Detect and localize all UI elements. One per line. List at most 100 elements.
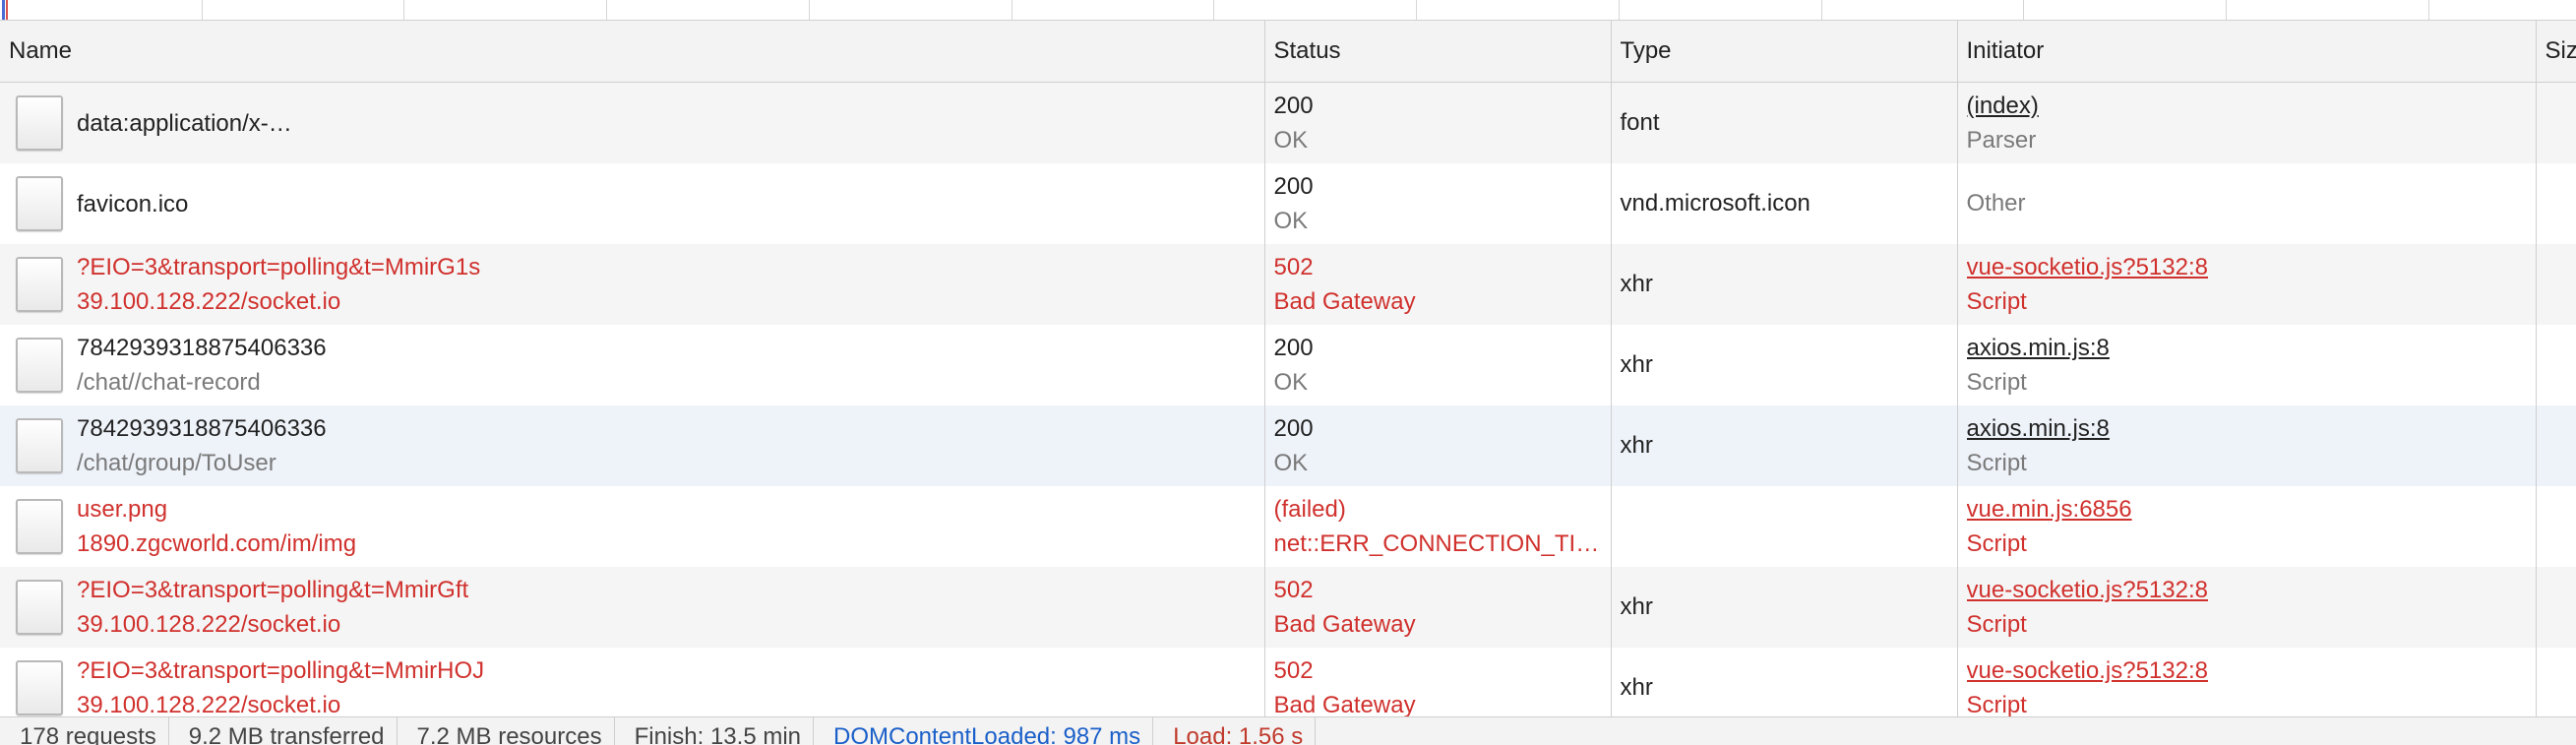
timeline-tick — [2428, 0, 2429, 20]
size-cell — [2536, 244, 2576, 325]
request-name: ?EIO=3&transport=polling&t=MmirHOJ — [77, 657, 485, 684]
column-header-type[interactable]: Type — [1611, 21, 1958, 83]
column-header-size[interactable]: Size — [2536, 21, 2576, 83]
status-cell: (failed) net::ERR_CONNECTION_TI… — [1264, 486, 1612, 567]
timeline-tick — [202, 0, 203, 20]
type-cell — [1611, 486, 1958, 567]
table-header-row: Name Status Type Initiator Size — [0, 21, 2576, 83]
request-name: 7842939318875406336 — [77, 415, 327, 442]
summary-finish: Finish: 13.5 min — [615, 717, 814, 745]
table-row[interactable]: favicon.ico 200 OK vnd.microsoft.icon Ot… — [0, 163, 2576, 244]
status-text: Bad Gateway — [1273, 288, 1416, 315]
name-cell[interactable]: user.png 1890.zgcworld.com/im/img — [0, 486, 1265, 567]
document-icon — [16, 338, 63, 393]
size-cell — [2536, 486, 2576, 567]
request-name: data:application/x-… — [77, 109, 292, 137]
name-cell[interactable]: 7842939318875406336 /chat//chat-record — [0, 325, 1265, 405]
document-icon — [16, 257, 63, 312]
initiator-link[interactable]: vue-socketio.js?5132:8 — [1967, 653, 2536, 688]
request-type: xhr — [1620, 351, 1653, 378]
initiator-kind: Script — [1966, 288, 2027, 315]
timeline-tick — [1213, 0, 1214, 20]
request-type: xhr — [1620, 432, 1653, 459]
initiator-kind: Script — [1966, 530, 2027, 557]
timeline-tick — [809, 0, 810, 20]
table-row[interactable]: 7842939318875406336 /chat/group/ToUser 2… — [0, 405, 2576, 486]
request-name: favicon.ico — [77, 190, 189, 217]
initiator-cell: Other — [1957, 163, 2537, 244]
name-cell[interactable]: favicon.ico — [0, 163, 1265, 244]
status-code: 200 — [1273, 173, 1314, 200]
request-path: /chat//chat-record — [77, 369, 261, 396]
waterfall-overview[interactable] — [0, 0, 2576, 21]
initiator-link[interactable]: (index) — [1967, 89, 2536, 123]
timeline-tick — [2226, 0, 2227, 20]
status-cell: 200 OK — [1264, 405, 1612, 486]
status-code: (failed) — [1273, 496, 1346, 523]
column-header-status[interactable]: Status — [1264, 21, 1612, 83]
initiator-link[interactable]: vue.min.js:6856 — [1967, 492, 2536, 527]
initiator-link[interactable]: axios.min.js:8 — [1967, 331, 2536, 365]
summary-requests: 178 requests — [0, 717, 169, 745]
type-cell: xhr — [1611, 405, 1958, 486]
status-text: OK — [1273, 208, 1309, 234]
dom-content-loaded-marker — [2, 0, 5, 20]
name-cell[interactable]: ?EIO=3&transport=polling&t=MmirGft 39.10… — [0, 567, 1265, 648]
request-path: /chat/group/ToUser — [77, 450, 276, 476]
size-cell — [2536, 567, 2576, 648]
type-cell: xhr — [1611, 244, 1958, 325]
column-header-name[interactable]: Name — [0, 21, 1265, 83]
initiator-cell: (index) Parser — [1957, 82, 2537, 163]
status-cell: 200 OK — [1264, 325, 1612, 405]
document-icon — [16, 418, 63, 473]
status-code: 502 — [1273, 577, 1314, 603]
type-cell: xhr — [1611, 325, 1958, 405]
initiator-cell: axios.min.js:8 Script — [1957, 405, 2537, 486]
timeline-tick — [606, 0, 607, 20]
type-cell: xhr — [1611, 567, 1958, 648]
request-type: xhr — [1620, 593, 1653, 620]
timeline-tick — [1619, 0, 1620, 20]
table-row[interactable]: ?EIO=3&transport=polling&t=MmirG1s 39.10… — [0, 244, 2576, 325]
table-row[interactable]: data:application/x-… 200 OK font (index)… — [0, 82, 2576, 163]
status-text: OK — [1273, 369, 1309, 396]
request-name: user.png — [77, 496, 168, 523]
name-cell[interactable]: data:application/x-… — [0, 82, 1265, 163]
status-code: 502 — [1273, 254, 1314, 280]
initiator-link[interactable]: axios.min.js:8 — [1967, 411, 2536, 446]
document-icon — [16, 176, 63, 231]
name-cell[interactable]: ?EIO=3&transport=polling&t=MmirG1s 39.10… — [0, 244, 1265, 325]
summary-dom-content-loaded: DOMContentLoaded: 987 ms — [814, 717, 1154, 745]
initiator-cell: vue.min.js:6856 Script — [1957, 486, 2537, 567]
table-row[interactable]: 7842939318875406336 /chat//chat-record 2… — [0, 325, 2576, 405]
initiator-cell: vue-socketio.js?5132:8 Script — [1957, 244, 2537, 325]
status-text: net::ERR_CONNECTION_TI… — [1273, 530, 1600, 557]
status-cell: 502 Bad Gateway — [1264, 567, 1612, 648]
table-row[interactable]: ?EIO=3&transport=polling&t=MmirGft 39.10… — [0, 567, 2576, 648]
summary-transferred: 9.2 MB transferred — [169, 717, 398, 745]
summary-resources: 7.2 MB resources — [398, 717, 615, 745]
timeline-tick — [1821, 0, 1822, 20]
status-cell: 502 Bad Gateway — [1264, 244, 1612, 325]
request-type: xhr — [1620, 271, 1653, 297]
size-cell — [2536, 82, 2576, 163]
initiator-link[interactable]: vue-socketio.js?5132:8 — [1967, 573, 2536, 607]
document-icon — [16, 580, 63, 635]
document-icon — [16, 95, 63, 151]
status-cell: 200 OK — [1264, 163, 1612, 244]
initiator-link[interactable]: vue-socketio.js?5132:8 — [1967, 250, 2536, 284]
timeline-tick — [1416, 0, 1417, 20]
name-cell[interactable]: 7842939318875406336 /chat/group/ToUser — [0, 405, 1265, 486]
initiator-kind: Parser — [1966, 127, 2037, 154]
network-requests-table: Name Status Type Initiator Size data:app… — [0, 21, 2576, 728]
type-cell: font — [1611, 82, 1958, 163]
request-name: ?EIO=3&transport=polling&t=MmirGft — [77, 577, 469, 603]
initiator-kind: Script — [1966, 450, 2027, 476]
table-row[interactable]: user.png 1890.zgcworld.com/im/img (faile… — [0, 486, 2576, 567]
load-marker — [6, 0, 8, 20]
status-code: 502 — [1273, 657, 1314, 684]
size-cell — [2536, 325, 2576, 405]
status-code: 200 — [1273, 93, 1314, 119]
request-name: ?EIO=3&transport=polling&t=MmirG1s — [77, 254, 481, 280]
column-header-initiator[interactable]: Initiator — [1957, 21, 2537, 83]
